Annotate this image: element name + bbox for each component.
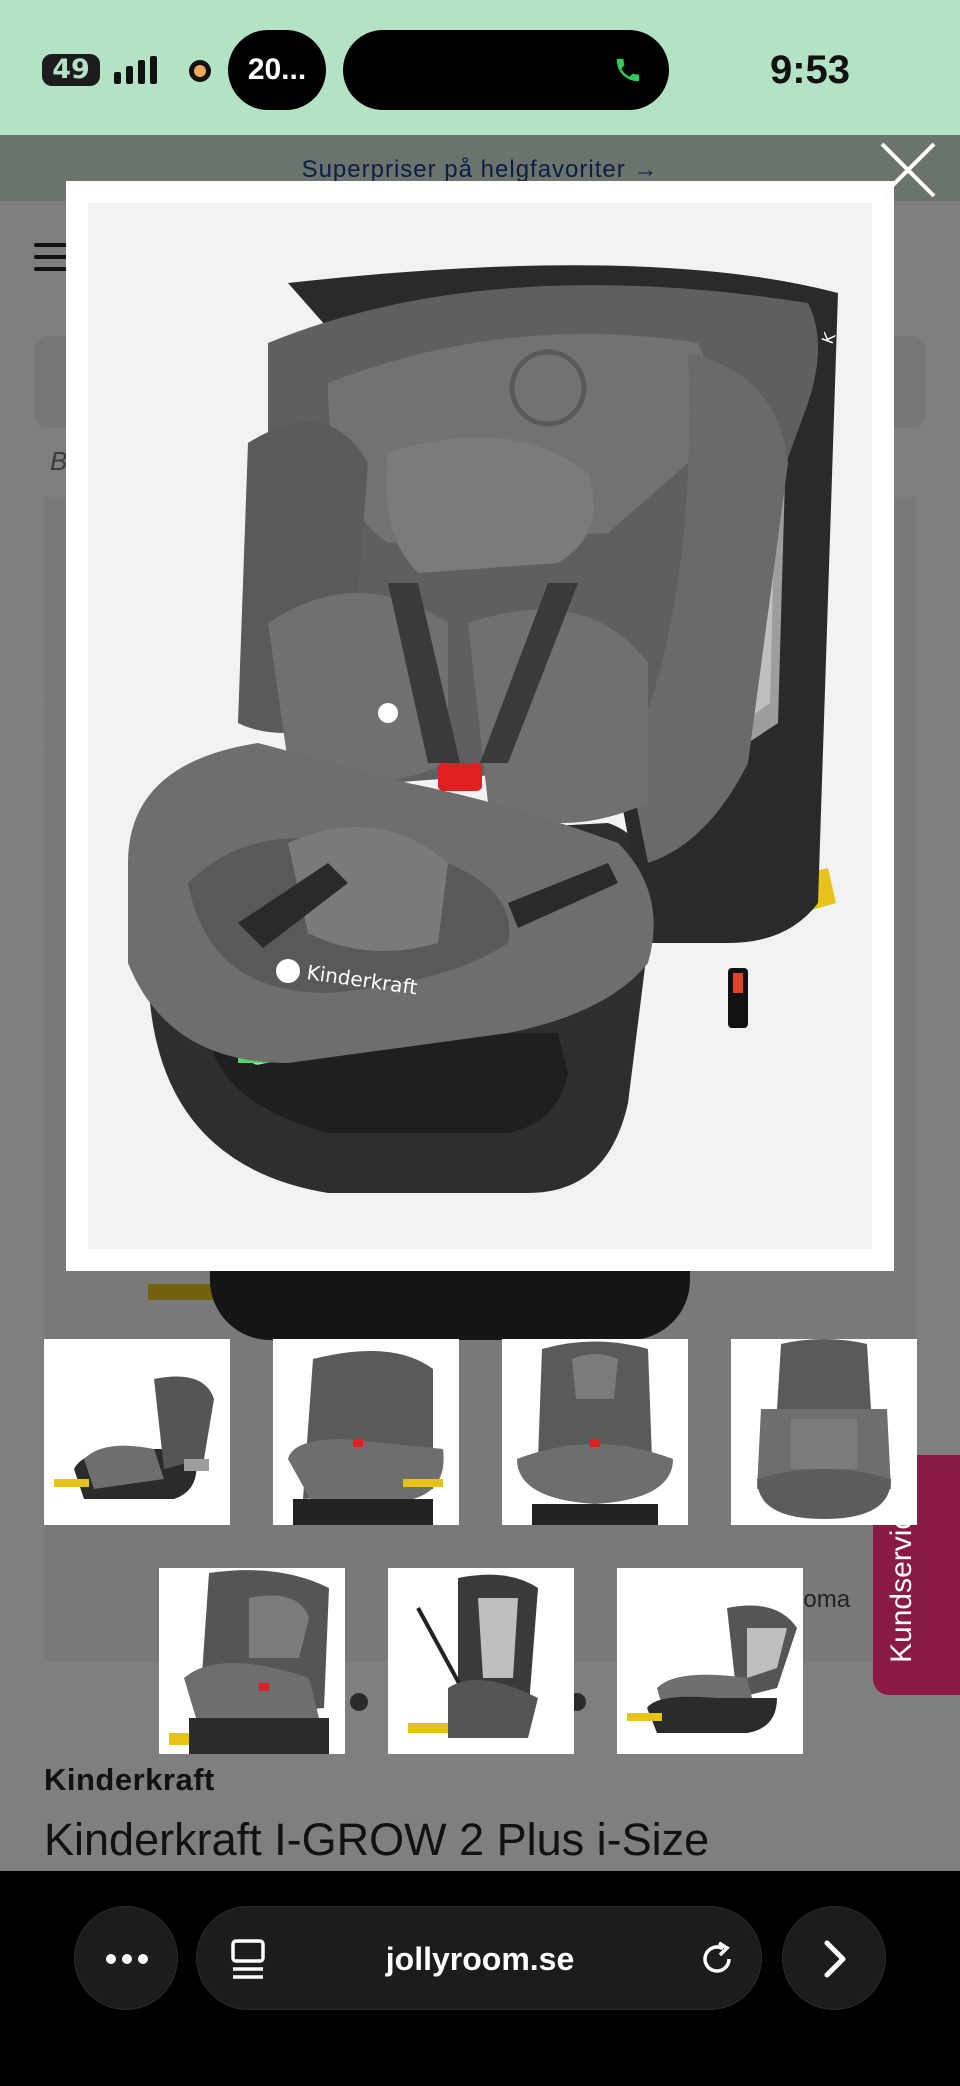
dynamic-island[interactable] (343, 30, 669, 110)
address-bar[interactable]: jollyroom.se (196, 1906, 762, 2010)
product-image-large: K Kinderkraft (88, 203, 872, 1249)
chevron-right-icon (824, 1940, 846, 1978)
notification-text: 20... (247, 53, 307, 86)
battery-level: 49 (52, 54, 90, 85)
gallery-thumbnail[interactable] (731, 1339, 917, 1525)
url-text: jollyroom.se (385, 1941, 575, 1977)
phone-icon (616, 58, 640, 82)
forward-button[interactable] (782, 1906, 886, 2010)
car-seat-illustration: K Kinderkraft (128, 265, 840, 1193)
recording-dot-icon (189, 60, 211, 82)
battery-indicator: 49 (42, 54, 100, 86)
signal-icon (114, 56, 157, 84)
more-button[interactable] (74, 1906, 178, 2010)
notification-pill[interactable]: 20... (228, 30, 326, 110)
clock: 9:53 (769, 48, 851, 92)
status-bar: 49 20... 9:53 (0, 0, 960, 135)
image-lightbox: K Kinderkraft (66, 181, 894, 1271)
gallery-thumbnail[interactable] (388, 1568, 574, 1754)
gallery-thumbnail[interactable] (273, 1339, 459, 1525)
gallery-thumbnail[interactable] (502, 1339, 688, 1525)
gallery-thumbnail[interactable] (44, 1339, 230, 1525)
more-icon (106, 1954, 148, 1964)
browser-toolbar: jollyroom.se (0, 1871, 960, 2086)
gallery-thumbnail[interactable] (159, 1568, 345, 1754)
gallery-thumbnail[interactable] (617, 1568, 803, 1754)
reload-icon[interactable] (697, 1939, 737, 1979)
